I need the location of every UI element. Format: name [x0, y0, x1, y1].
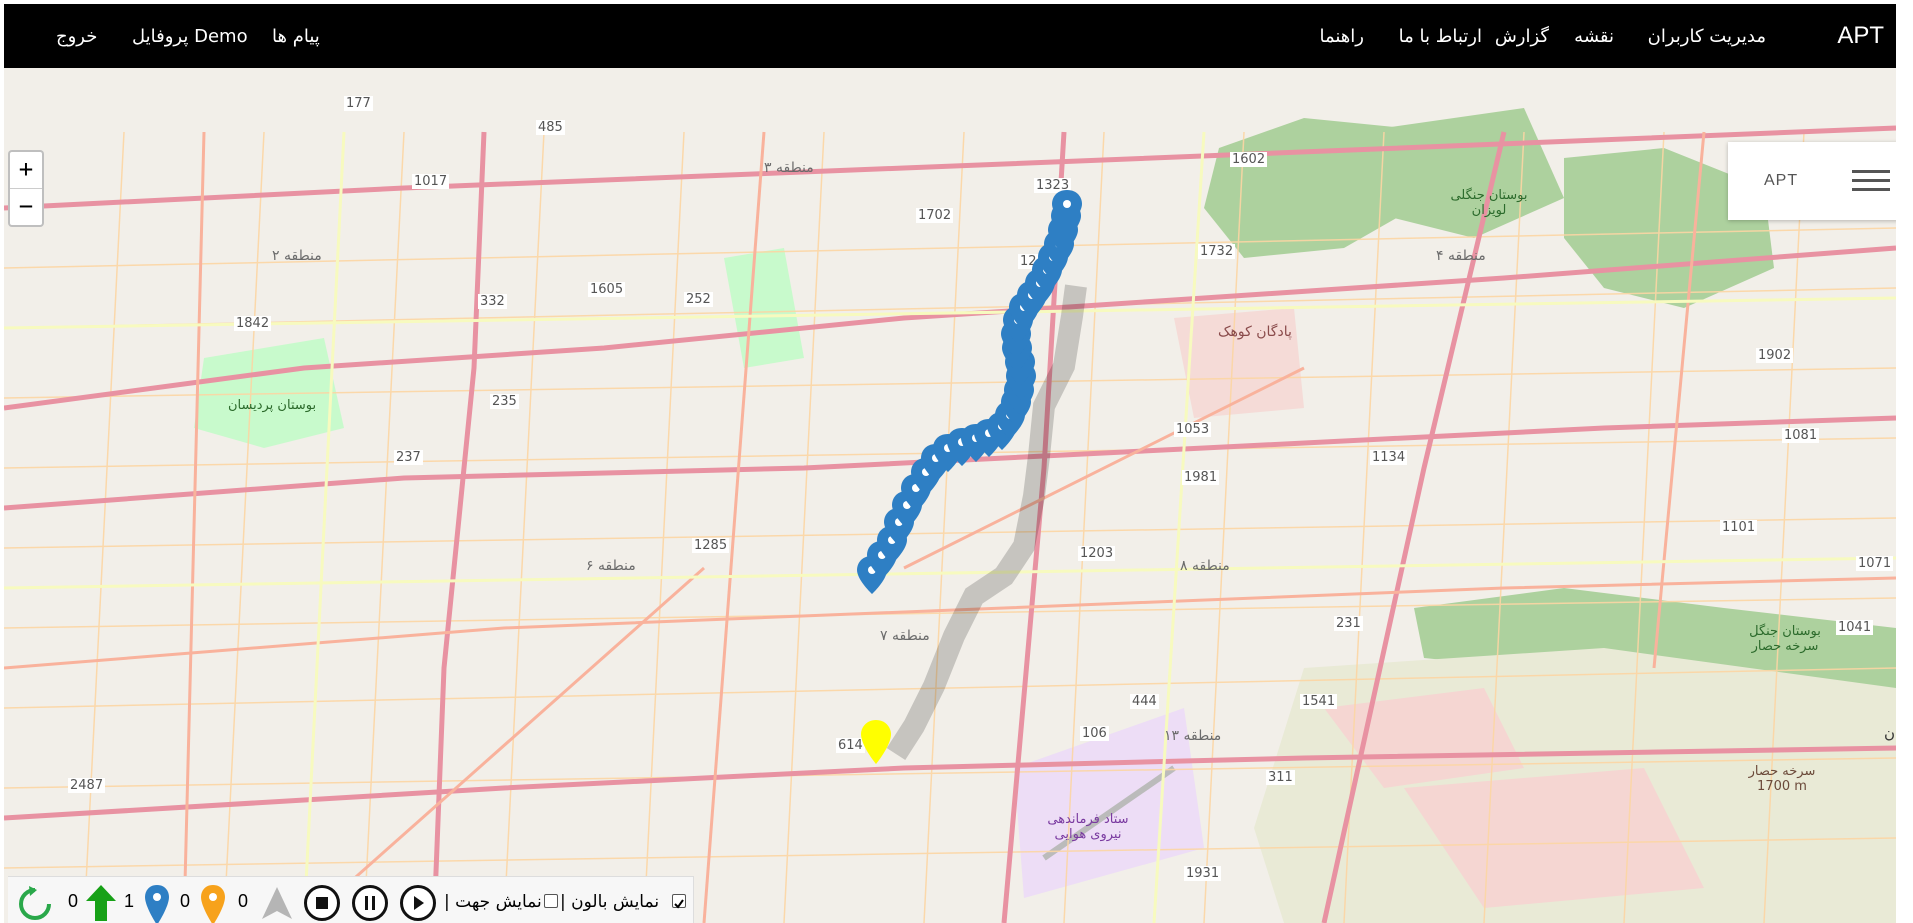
gray-marker-count: 0	[238, 891, 249, 911]
gray-direction-marker-icon	[262, 887, 292, 919]
map-view[interactable]: منطقه ۲ منطقه ۳ منطقه ۴ منطقه ۶ منطقه ۷ …	[4, 68, 1896, 923]
check-icon	[674, 899, 684, 909]
pause-button[interactable]	[352, 885, 388, 921]
nav-contact[interactable]: ارتباط با ما	[1399, 26, 1482, 47]
nav-help[interactable]: راهنما	[1319, 26, 1364, 47]
stop-button[interactable]	[304, 885, 340, 921]
hamburger-menu-icon[interactable]	[1852, 170, 1890, 194]
stop-icon	[316, 897, 328, 909]
map-edge-label: ن	[1884, 724, 1896, 742]
zoom-in-button[interactable]: +	[10, 152, 42, 189]
start-marker	[861, 720, 891, 764]
green-marker-count: 0	[68, 891, 79, 911]
nav-user-management[interactable]: مدیریت کاربران	[1648, 26, 1766, 47]
show-balloon-label: | نمایش بالون	[560, 892, 660, 912]
blue-pin-icon	[145, 885, 169, 923]
app-window: APT مدیریت کاربران نقشه گزارش ارتباط با …	[4, 4, 1896, 923]
route-point-dot	[1063, 200, 1071, 208]
zoom-control: + −	[8, 150, 44, 227]
play-button[interactable]	[400, 885, 436, 921]
top-navbar: APT مدیریت کاربران نقشه گزارش ارتباط با …	[4, 4, 1896, 69]
nav-messages[interactable]: پیام ها	[272, 26, 320, 47]
pause-icon	[365, 896, 375, 910]
nav-profile[interactable]: پروفایل Demo	[132, 26, 248, 47]
nav-logout[interactable]: خروج	[56, 26, 97, 47]
playback-controls: | نمایش بالون | نمایش جهت 0 0 1 0 0	[8, 876, 694, 923]
refresh-icon[interactable]	[16, 885, 54, 923]
side-panel-title: APT	[1764, 172, 1799, 189]
show-balloon-checkbox[interactable]	[672, 894, 686, 909]
route-track[interactable]	[4, 68, 1896, 923]
orange-pin-icon	[201, 885, 225, 923]
zoom-out-button[interactable]: −	[10, 189, 42, 225]
play-icon	[414, 896, 424, 910]
side-panel-toggle[interactable]: APT	[1728, 142, 1896, 220]
nav-report[interactable]: گزارش	[1495, 26, 1549, 47]
show-direction-label: | نمایش جهت	[444, 892, 542, 912]
nav-map[interactable]: نقشه	[1574, 26, 1614, 47]
brand-logo[interactable]: APT	[1837, 22, 1884, 50]
blue-marker-count: 1	[124, 891, 135, 911]
green-arrow-icon	[86, 885, 116, 921]
orange-marker-count: 0	[180, 891, 191, 911]
show-direction-checkbox[interactable]	[544, 894, 558, 908]
